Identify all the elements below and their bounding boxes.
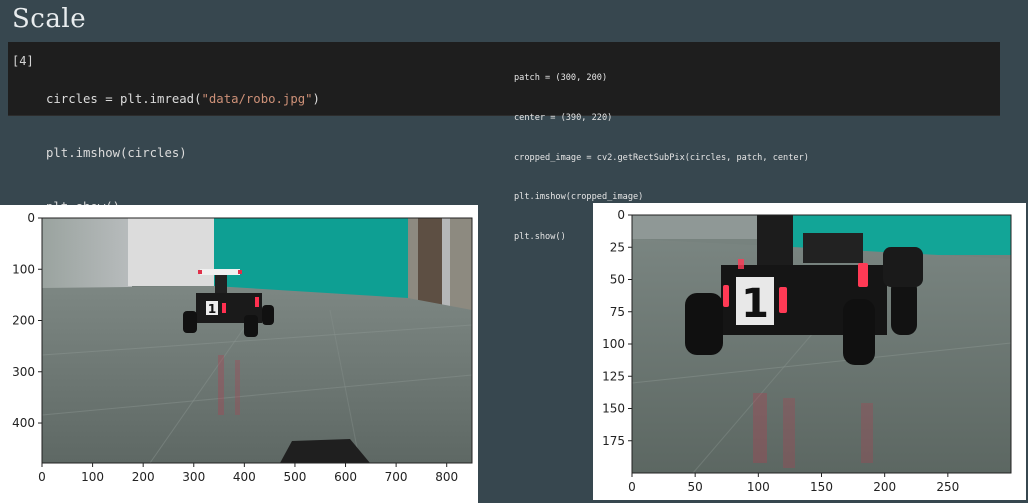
execution-count: [4]	[12, 54, 34, 68]
y-tick-label: 0	[27, 211, 35, 225]
crop-code-line-3: cropped_image = cv2.getRectSubPix(circle…	[514, 152, 809, 163]
y-tick-label: 0	[617, 208, 625, 222]
x-tick-label: 500	[283, 470, 306, 484]
y-tick-label: 25	[610, 240, 625, 254]
x-tick-label: 200	[132, 470, 155, 484]
crop-code-line-1: patch = (300, 200)	[514, 73, 608, 84]
x-tick-label: 100	[747, 480, 770, 494]
x-tick-label: 50	[688, 480, 703, 494]
full-image-plot: 1 0 100 200 300 400 500 600 700 800 0 100 200 300 400	[0, 205, 478, 503]
y-tick-label: 100	[602, 337, 625, 351]
cropped-image-figure: 1 0 50 100 150 200 250 0 25 50 75 100 125 150 175	[602, 208, 1012, 494]
x-tick-label: 250	[936, 480, 959, 494]
cropped-image-plot: 1 0 50 100 150 200 250 0 25 50 75 100 125 150 175	[593, 203, 1026, 500]
full-image-figure: 1 0 100 200 300 400 500 600 700 800 0 100 200 300 400	[12, 211, 473, 484]
x-tick-label: 800	[435, 470, 458, 484]
x-tick-label: 0	[38, 470, 46, 484]
y-tick-label: 125	[602, 369, 625, 383]
code-cell[interactable]: [4] circles = plt.imread("data/robo.jpg"…	[8, 42, 1000, 242]
x-tick-label: 100	[81, 470, 104, 484]
robot-number: 1	[741, 281, 769, 327]
y-tick-label: 400	[12, 416, 35, 430]
y-tick-label: 300	[12, 365, 35, 379]
crop-code-line-2: center = (390, 220)	[514, 113, 613, 124]
robot-number: 1	[208, 302, 216, 316]
x-tick-label: 600	[334, 470, 357, 484]
x-tick-label: 150	[810, 480, 833, 494]
y-tick-label: 175	[602, 434, 625, 448]
x-tick-label: 300	[182, 470, 205, 484]
y-tick-label: 100	[12, 262, 35, 276]
x-tick-label: 400	[233, 470, 256, 484]
code-line-2: plt.imshow(circles)	[46, 146, 187, 160]
photo-crop: 1	[631, 215, 1012, 474]
code-line-1: circles = plt.imread("data/robo.jpg")	[46, 92, 320, 106]
x-tick-label: 700	[385, 470, 408, 484]
x-tick-label: 200	[873, 480, 896, 494]
x-tick-label: 0	[628, 480, 636, 494]
photo-full: 1	[41, 218, 473, 464]
y-tick-label: 50	[610, 273, 625, 287]
y-tick-label: 200	[12, 314, 35, 328]
slide-title: Scale	[12, 4, 87, 34]
y-tick-label: 150	[602, 402, 625, 416]
y-tick-label: 75	[610, 305, 625, 319]
